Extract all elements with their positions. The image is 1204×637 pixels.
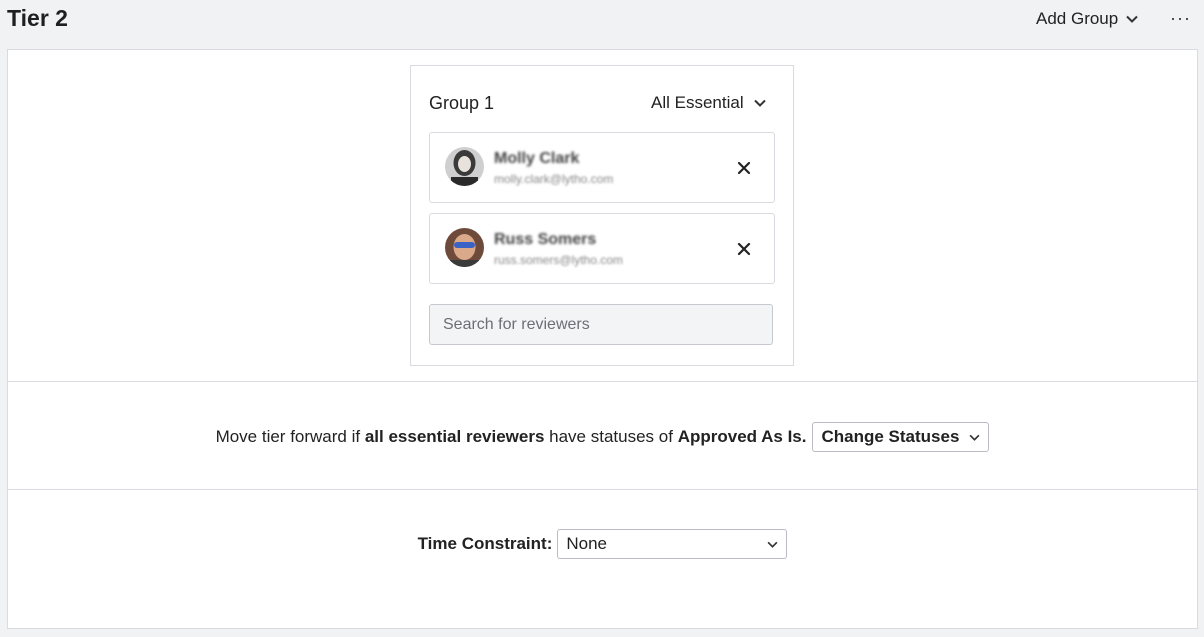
add-group-label: Add Group: [1036, 9, 1119, 28]
search-reviewers-input[interactable]: [429, 304, 773, 345]
advance-rule: Move tier forward if all essential revie…: [8, 421, 1197, 453]
tier-title: Tier 2: [7, 5, 68, 31]
divider: [8, 489, 1197, 490]
reviewer-card: Molly Clark molly.clark@lytho.com: [429, 132, 775, 203]
tier-header: Tier 2 Add Group ···: [0, 0, 1204, 44]
rule-who: all essential reviewers: [364, 427, 545, 446]
reviewer-name: Molly Clark: [494, 150, 580, 167]
close-icon[interactable]: [733, 238, 755, 260]
more-options-icon[interactable]: ···: [1170, 8, 1191, 29]
time-constraint-label: Time Constraint:: [417, 534, 553, 553]
rule-middle: have statuses of: [549, 427, 673, 446]
rule-status: Approved As Is.: [677, 427, 807, 446]
group-card: Group 1 All Essential Molly Clark molly.…: [410, 65, 794, 366]
avatar: [445, 228, 484, 267]
change-statuses-label: Change Statuses: [821, 427, 960, 446]
time-constraint-select[interactable]: None: [557, 529, 788, 559]
rule-prefix: Move tier forward if: [215, 427, 361, 446]
reviewer-email: molly.clark@lytho.com: [494, 172, 614, 186]
avatar: [445, 147, 484, 186]
time-constraint-row: Time Constraint: None: [8, 529, 1197, 559]
tier-panel: Group 1 All Essential Molly Clark molly.…: [7, 49, 1198, 629]
add-group-dropdown[interactable]: Add Group: [1036, 9, 1138, 29]
reviewer-card: Russ Somers russ.somers@lytho.com: [429, 213, 775, 284]
change-statuses-dropdown[interactable]: Change Statuses: [812, 422, 990, 452]
chevron-down-icon: [767, 541, 778, 548]
divider: [8, 381, 1197, 382]
chevron-down-icon: [1126, 15, 1138, 23]
time-constraint-value: None: [566, 534, 608, 553]
essential-dropdown[interactable]: All Essential: [651, 93, 766, 113]
reviewer-email: russ.somers@lytho.com: [494, 253, 623, 267]
chevron-down-icon: [753, 99, 766, 107]
group-title: Group 1: [429, 93, 495, 113]
close-icon[interactable]: [733, 157, 755, 179]
reviewer-name: Russ Somers: [494, 231, 597, 248]
essential-label: All Essential: [651, 93, 744, 112]
chevron-down-icon: [969, 434, 980, 441]
